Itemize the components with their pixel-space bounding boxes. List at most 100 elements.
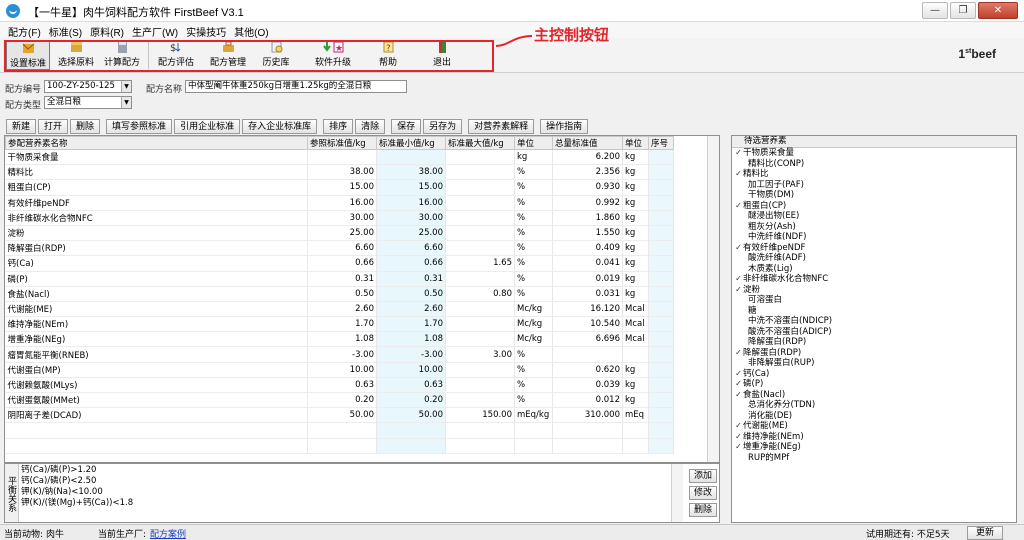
table-cell[interactable]: 0.620 xyxy=(552,362,623,378)
table-cell[interactable] xyxy=(376,438,446,454)
col-reference-value[interactable]: 参照标准值/kg xyxy=(307,136,377,150)
sort-button[interactable]: 排序 xyxy=(323,119,354,134)
table-cell[interactable]: 0.63 xyxy=(376,377,446,394)
list-item[interactable]: 糖 xyxy=(732,306,1016,317)
table-cell[interactable] xyxy=(445,377,515,394)
table-cell[interactable]: 10.00 xyxy=(307,362,377,378)
table-cell[interactable]: % xyxy=(514,179,553,196)
list-item[interactable]: 中洗纤维(NDF) xyxy=(732,232,1016,243)
table-cell[interactable]: 10.540 xyxy=(552,316,623,333)
table-cell[interactable]: 0.66 xyxy=(307,255,377,272)
table-cell[interactable]: Mc/kg xyxy=(514,301,553,318)
table-cell[interactable]: 15.00 xyxy=(376,179,446,196)
table-cell[interactable]: -3.00 xyxy=(307,346,377,363)
fill-reference-standard-button[interactable]: 填写参照标准 xyxy=(106,119,173,134)
menu-factory[interactable]: 生产厂(W) xyxy=(128,22,182,39)
list-item[interactable]: ✓磷(P) xyxy=(732,379,1016,390)
table-cell[interactable]: 0.63 xyxy=(307,377,377,394)
col-total-value[interactable]: 总量标准值 xyxy=(552,136,623,150)
formula-name-input[interactable]: 中体型阉牛体重250kg日增重1.25kg的全混日粮 xyxy=(185,80,407,93)
list-item[interactable]: 中洗不溶蛋白(NDICP) xyxy=(732,316,1016,327)
new-button[interactable]: 新建 xyxy=(6,119,37,134)
table-cell[interactable] xyxy=(648,316,674,333)
use-enterprise-standard-button[interactable]: 引用企业标准 xyxy=(174,119,241,134)
table-cell[interactable]: kg xyxy=(622,362,649,378)
table-cell[interactable]: 干物质采食量 xyxy=(5,149,308,166)
table-cell[interactable]: 0.66 xyxy=(376,255,446,272)
table-row[interactable]: 磷(P) 0.31 0.31% 0.019 kg xyxy=(5,271,674,287)
table-cell[interactable] xyxy=(648,240,674,257)
table-cell[interactable] xyxy=(622,346,649,363)
table-cell[interactable]: kg xyxy=(622,286,649,302)
list-item[interactable]: ✓淀粉 xyxy=(732,285,1016,296)
table-cell[interactable]: 1.08 xyxy=(307,331,377,348)
table-cell[interactable] xyxy=(307,422,377,439)
table-cell[interactable]: kg xyxy=(514,149,553,166)
table-cell[interactable]: 16.120 xyxy=(552,301,623,318)
list-item[interactable]: ✓粗蛋白(CP) xyxy=(732,201,1016,212)
list-item[interactable]: ✓非纤维碳水化合物NFC xyxy=(732,274,1016,285)
table-cell[interactable]: kg xyxy=(622,240,649,257)
table-cell[interactable] xyxy=(648,225,674,242)
table-cell[interactable] xyxy=(648,422,674,439)
table-cell[interactable]: 2.356 xyxy=(552,164,623,181)
menu-tips[interactable]: 实操技巧 xyxy=(182,22,230,39)
table-cell[interactable] xyxy=(648,377,674,394)
table-cell[interactable]: 6.696 xyxy=(552,331,623,348)
table-cell[interactable]: 0.80 xyxy=(445,286,515,302)
table-cell[interactable]: 25.00 xyxy=(307,225,377,242)
list-item[interactable]: ✓降解蛋白(RDP) xyxy=(732,348,1016,359)
formula-type-combo[interactable]: 全混日粮 ▼ xyxy=(44,96,132,109)
table-cell[interactable]: 0.20 xyxy=(376,392,446,409)
table-cell[interactable]: 0.930 xyxy=(552,179,623,196)
table-cell[interactable]: 有效纤维peNDF xyxy=(5,195,308,211)
list-item[interactable]: 总消化养分(TDN) xyxy=(732,400,1016,411)
list-item[interactable]: 木质素(Lig) xyxy=(732,264,1016,275)
table-cell[interactable]: 0.012 xyxy=(552,392,623,409)
table-cell[interactable]: % xyxy=(514,210,553,226)
list-item[interactable]: 钙(Ca)/磷(P)>1.20 xyxy=(21,465,671,476)
table-cell[interactable] xyxy=(445,422,515,439)
col-min-value[interactable]: 标准最小值/kg xyxy=(376,136,446,150)
table-row[interactable]: 代谢蛋白(MP) 10.00 10.00% 0.620 kg xyxy=(5,362,674,378)
list-item[interactable]: 钙(Ca)/磷(P)<2.50 xyxy=(21,476,671,487)
table-cell[interactable]: 非纤维碳水化合物NFC xyxy=(5,210,308,226)
table-cell[interactable] xyxy=(648,286,674,302)
table-row[interactable]: 代谢蛋氨酸(MMet) 0.20 0.20% 0.012 kg xyxy=(5,392,674,409)
table-cell[interactable]: % xyxy=(514,362,553,378)
edit-rule-button[interactable]: 修改 xyxy=(689,486,717,500)
table-cell[interactable]: kg xyxy=(622,255,649,272)
table-cell[interactable] xyxy=(445,179,515,196)
table-cell[interactable] xyxy=(445,301,515,318)
table-cell[interactable]: 食盐(Nacl) xyxy=(5,286,308,302)
menu-standard[interactable]: 标准(S) xyxy=(45,22,86,39)
menu-ingredients[interactable]: 原料(R) xyxy=(86,22,128,39)
table-row[interactable]: 降解蛋白(RDP) 6.60 6.60% 0.409 kg xyxy=(5,240,674,257)
renew-button[interactable]: 更新 xyxy=(967,526,1003,540)
table-cell[interactable]: Mcal xyxy=(622,331,649,348)
table-cell[interactable]: kg xyxy=(622,164,649,181)
table-cell[interactable]: 310.000 xyxy=(552,407,623,424)
table-cell[interactable]: 精料比 xyxy=(5,164,308,181)
table-cell[interactable] xyxy=(622,438,649,454)
add-rule-button[interactable]: 添加 xyxy=(689,469,717,483)
list-item[interactable]: 可溶蛋白 xyxy=(732,295,1016,306)
table-cell[interactable]: % xyxy=(514,240,553,257)
exit-button[interactable]: 退出 xyxy=(422,41,462,70)
table-cell[interactable] xyxy=(445,195,515,211)
col-unit[interactable]: 单位 xyxy=(514,136,553,150)
table-cell[interactable] xyxy=(445,240,515,257)
table-row[interactable]: 有效纤维peNDF 16.00 16.00% 0.992 kg xyxy=(5,195,674,211)
table-cell[interactable] xyxy=(648,438,674,454)
list-item[interactable]: 消化能(DE) xyxy=(732,411,1016,422)
table-cell[interactable]: 代谢蛋白(MP) xyxy=(5,362,308,378)
table-row[interactable]: 粗蛋白(CP) 15.00 15.00% 0.930 kg xyxy=(5,179,674,196)
table-cell[interactable]: 16.00 xyxy=(376,195,446,211)
table-cell[interactable]: 16.00 xyxy=(307,195,377,211)
table-cell[interactable]: 0.50 xyxy=(376,286,446,302)
table-cell[interactable]: Mcal xyxy=(622,301,649,318)
table-cell[interactable]: kg xyxy=(622,210,649,226)
table-cell[interactable]: kg xyxy=(622,149,649,166)
table-row[interactable]: 代谢赖氨酸(MLys) 0.63 0.63% 0.039 kg xyxy=(5,377,674,394)
table-cell[interactable]: 150.00 xyxy=(445,407,515,424)
